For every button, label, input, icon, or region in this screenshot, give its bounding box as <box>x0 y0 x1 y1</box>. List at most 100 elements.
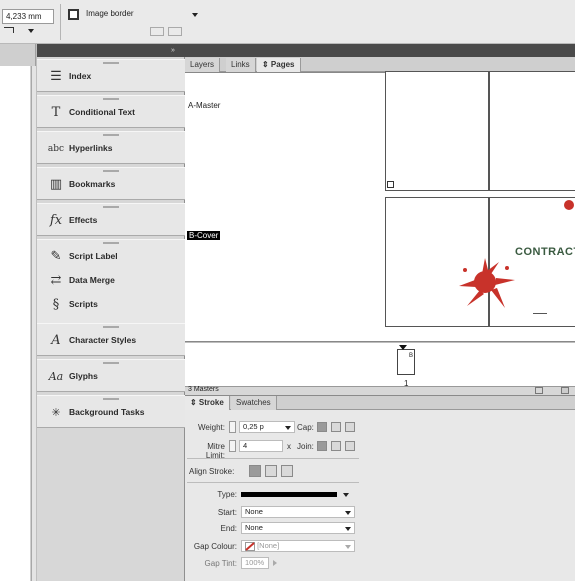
pages-divider[interactable] <box>185 341 575 343</box>
gap-tint-label: Gap Tint: <box>204 559 237 568</box>
panel-background-tasks[interactable]: ✳ Background Tasks <box>37 395 185 428</box>
panel-label: Index <box>69 71 92 81</box>
delete-page-icon[interactable] <box>561 387 569 394</box>
panel-data-merge[interactable]: Data Merge <box>69 275 115 285</box>
chevron-down-icon <box>343 493 349 497</box>
gap-tint-field[interactable]: 100% <box>241 557 269 569</box>
panel-label: Glyphs <box>69 371 98 381</box>
start-label: Start: <box>217 508 237 517</box>
butt-cap-icon[interactable] <box>317 422 327 432</box>
tab-links[interactable]: Links <box>226 58 256 72</box>
object-style-icon <box>68 9 79 20</box>
join-label: Join: <box>297 442 314 451</box>
start-dropdown[interactable]: None <box>241 506 355 518</box>
miter-stepper[interactable] <box>229 440 236 452</box>
divider <box>187 458 359 459</box>
fit-content-icon[interactable] <box>150 27 164 36</box>
bevel-join-icon[interactable] <box>345 441 355 451</box>
page-indicator-icon <box>399 345 407 350</box>
tab-stroke[interactable]: ⇕ Stroke <box>185 396 230 410</box>
new-page-icon[interactable] <box>535 387 543 394</box>
master-b-label[interactable]: B-Cover <box>187 231 221 240</box>
grip-icon <box>103 326 119 328</box>
grip-icon <box>103 362 119 364</box>
master-a-left-page[interactable] <box>385 71 489 191</box>
corner-icon[interactable] <box>4 27 14 33</box>
master-a-label[interactable]: A-Master <box>188 101 220 110</box>
chevron-down-icon <box>345 545 351 549</box>
object-style-dropdown-arrow-icon[interactable] <box>192 13 198 17</box>
canvas-scrollbar[interactable] <box>31 66 36 581</box>
round-cap-icon[interactable] <box>331 422 341 432</box>
divider <box>187 482 359 483</box>
tab-layers[interactable]: Layers <box>185 58 221 72</box>
corner-dropdown-arrow-icon[interactable] <box>28 29 34 33</box>
ink-splatter-icon <box>459 258 515 308</box>
panel-hyperlinks[interactable]: abc Hyperlinks <box>37 131 185 164</box>
tab-swatches[interactable]: Swatches <box>231 396 277 410</box>
cover-title-text: CONTRACTS <box>515 246 575 258</box>
hyperlinks-icon: abc <box>47 144 65 154</box>
cover-rule <box>533 313 547 314</box>
panel-effects[interactable]: fx Effects <box>37 203 185 236</box>
grip-icon <box>103 398 119 400</box>
chevron-down-icon <box>345 511 351 515</box>
script-label-icon: ✎ <box>50 249 62 264</box>
weight-value: 0,25 p <box>243 422 264 431</box>
panel-script-label[interactable]: Script Label <box>69 251 118 261</box>
start-value: None <box>245 507 263 516</box>
cap-label: Cap: <box>297 423 314 432</box>
end-value: None <box>245 523 263 532</box>
panel-label: Conditional Text <box>69 107 135 117</box>
object-style-value[interactable]: Image border <box>86 9 134 18</box>
grip-icon <box>103 134 119 136</box>
align-inside-icon[interactable] <box>265 465 277 477</box>
align-outside-icon[interactable] <box>281 465 293 477</box>
dock-header <box>37 44 185 57</box>
end-dropdown[interactable]: None <box>241 522 355 534</box>
stroke-panel: ⇕ Stroke Swatches Weight: 0,25 p Cap: Mi… <box>185 395 575 581</box>
masters-count: 3 Masters <box>188 386 219 393</box>
background-tasks-icon: ✳ <box>51 406 61 419</box>
panel-label: Hyperlinks <box>69 143 113 153</box>
ink-splatter-small-icon <box>564 200 574 210</box>
align-center-icon[interactable] <box>249 465 261 477</box>
measure-field[interactable]: 4,233 mm <box>2 9 54 24</box>
master-a-right-page[interactable] <box>489 71 575 191</box>
end-label: End: <box>220 524 237 533</box>
panel-index[interactable]: ☰ Index <box>37 59 185 92</box>
effects-icon: fx <box>49 213 63 228</box>
chevron-down-icon <box>345 527 351 531</box>
page-marker-icon <box>387 181 394 188</box>
panel-dock: » ☰ Index T Conditional Text abc Hyperli… <box>37 44 185 581</box>
fit-frame-icon[interactable] <box>168 27 182 36</box>
grip-icon <box>103 98 119 100</box>
weight-field[interactable]: 0,25 p <box>239 421 295 433</box>
panel-scripts[interactable]: Scripts <box>69 299 98 309</box>
data-merge-icon: ⇄ <box>50 273 62 288</box>
pages-footer: 3 Masters <box>185 386 575 395</box>
panel-glyphs[interactable]: Aa Glyphs <box>37 359 185 392</box>
panel-conditional-text[interactable]: T Conditional Text <box>37 95 185 128</box>
right-dock-header <box>185 44 575 57</box>
stroke-type-dropdown[interactable] <box>241 489 351 500</box>
page-master-letter: B <box>409 353 414 359</box>
miter-field[interactable]: 4 <box>239 440 283 452</box>
weight-stepper[interactable] <box>229 421 236 433</box>
solid-line-swatch <box>241 492 337 497</box>
panel-label: Background Tasks <box>69 407 145 417</box>
collapse-dock-icon[interactable]: » <box>171 47 175 54</box>
document-canvas[interactable] <box>0 66 30 581</box>
projecting-cap-icon[interactable] <box>345 422 355 432</box>
tab-pages[interactable]: ⇕ Pages <box>257 58 301 72</box>
gap-colour-value: [None] <box>257 541 280 550</box>
miter-join-icon[interactable] <box>317 441 327 451</box>
panel-character-styles[interactable]: A Character Styles <box>37 323 185 356</box>
panel-group-scripting: ✎ Script Label ⇄ Data Merge § Scripts <box>37 239 185 335</box>
gap-colour-dropdown[interactable]: [None] <box>241 540 355 552</box>
gap-tint-arrow-icon[interactable] <box>273 560 277 566</box>
panel-bookmarks[interactable]: ▥ Bookmarks <box>37 167 185 200</box>
bookmarks-icon: ▥ <box>49 177 63 192</box>
round-join-icon[interactable] <box>331 441 341 451</box>
gap-colour-label: Gap Colour: <box>193 542 237 551</box>
